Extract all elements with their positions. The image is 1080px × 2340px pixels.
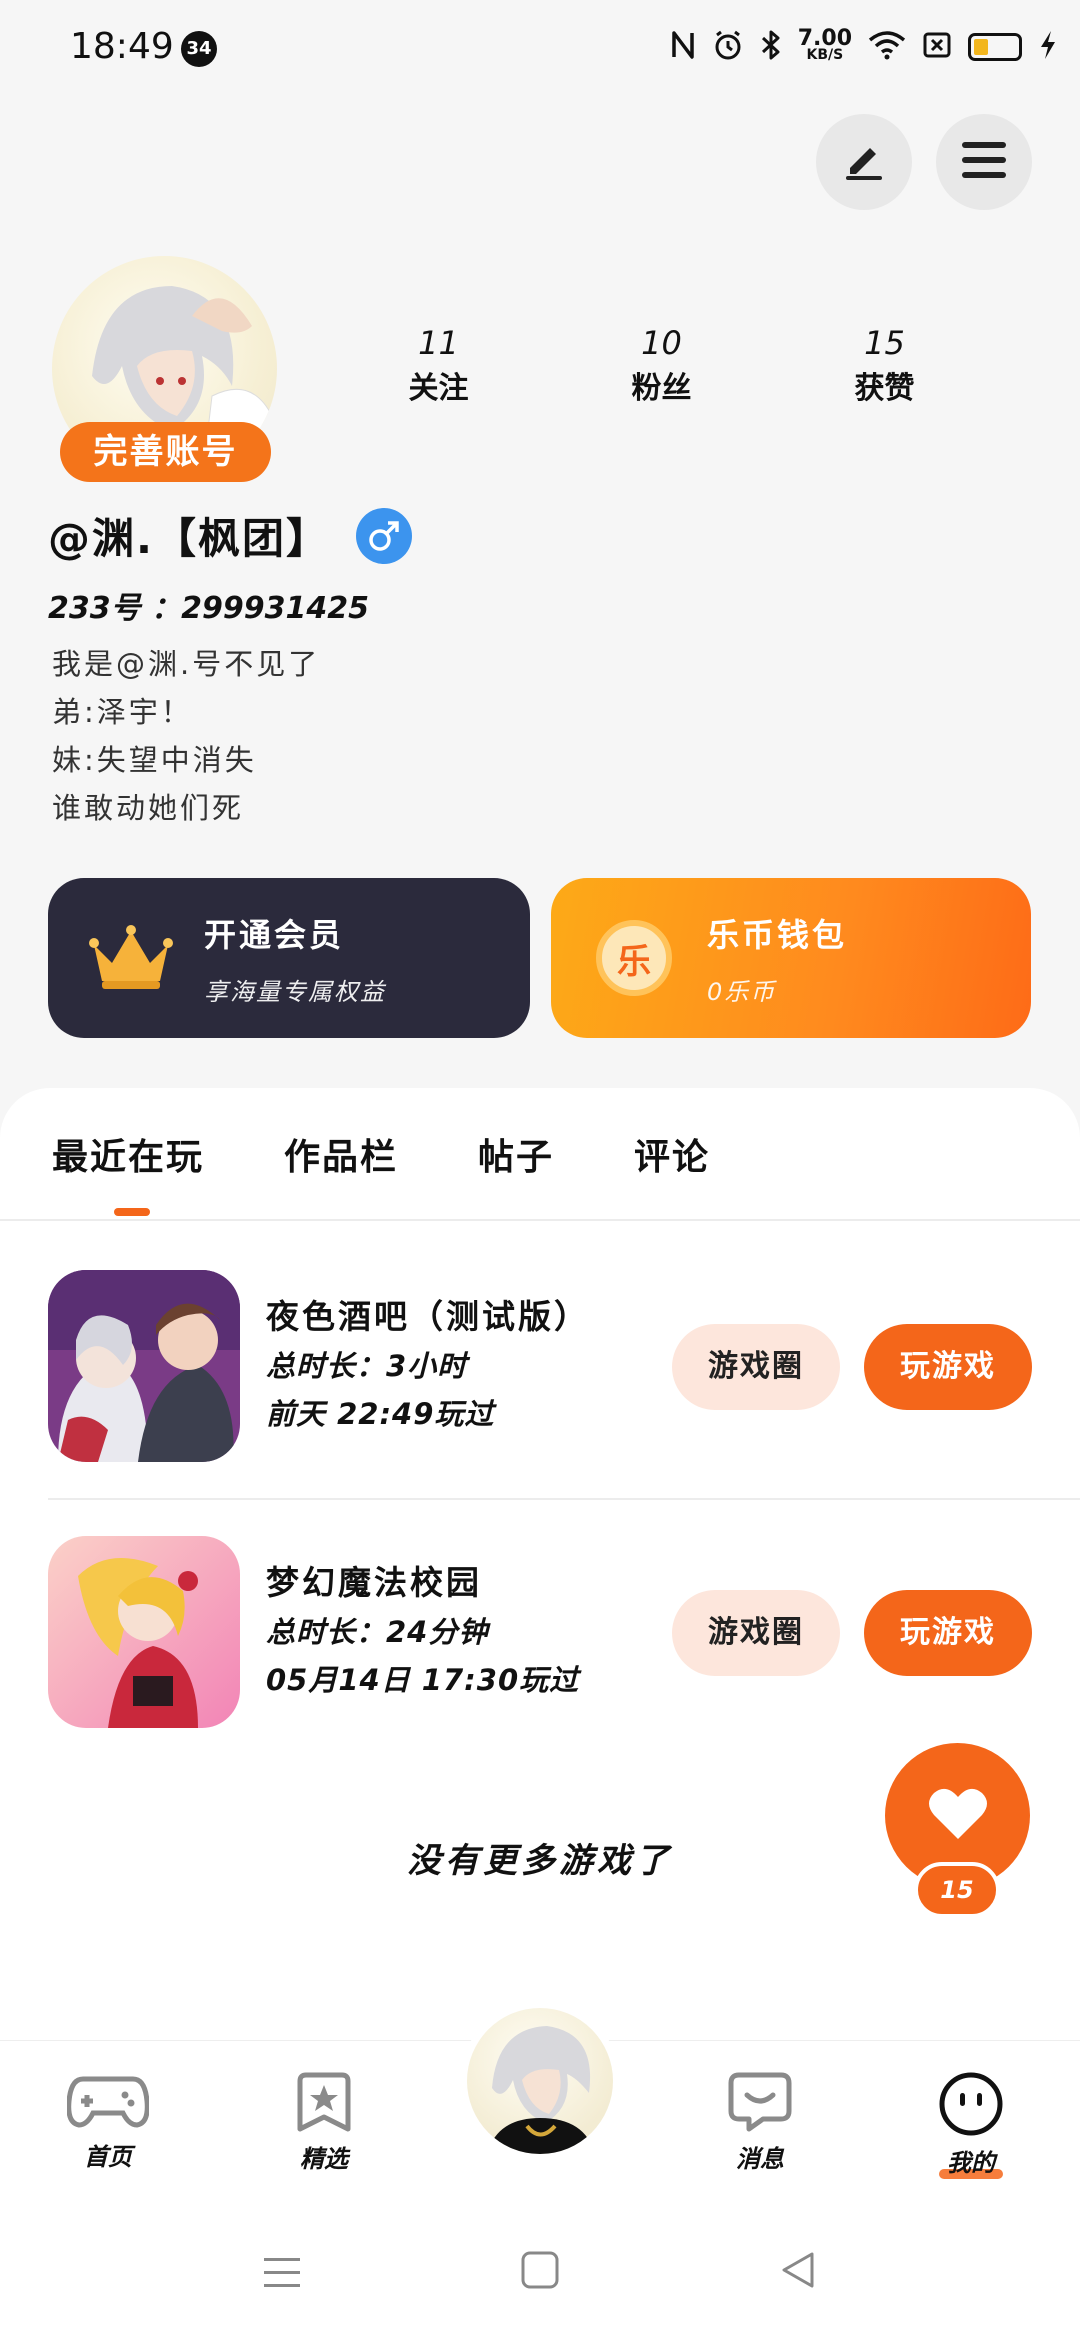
star-bookmark-icon: [296, 2072, 352, 2137]
coin-icon: 乐: [591, 915, 677, 1001]
gamepad-icon: [66, 2076, 150, 2135]
edit-pen-icon: [840, 136, 888, 188]
menu-button[interactable]: [936, 114, 1032, 210]
username-row: @渊.【枫团】: [48, 505, 412, 566]
stat-following[interactable]: 11 关注: [327, 320, 550, 412]
game-thumbnail[interactable]: [48, 1270, 240, 1462]
tab-recently-played[interactable]: 最近在玩: [52, 1128, 204, 1216]
coin-wallet-card[interactable]: 乐 乐币钱包 0乐币: [551, 878, 1031, 1038]
bio-line: 弟:泽宇！: [52, 695, 193, 729]
message-bubble-icon: [727, 2072, 793, 2137]
wallet-card-subtitle: 0乐币: [707, 977, 777, 1006]
bio-line: 谁敢动她们死: [52, 791, 245, 825]
vip-card-subtitle: 享海量专属权益: [204, 977, 386, 1006]
tab-posts[interactable]: 帖子: [478, 1128, 554, 1180]
game-last-played: 前天 22:49玩过: [266, 1397, 495, 1431]
play-game-button[interactable]: 玩游戏: [864, 1590, 1032, 1676]
sim-x-icon: [922, 30, 952, 64]
face-icon: [938, 2072, 1004, 2141]
avatar: [467, 2008, 613, 2154]
tab-divider: [0, 1219, 1080, 1221]
vip-card-title: 开通会员: [204, 915, 345, 954]
nav-center-avatar[interactable]: [460, 2001, 620, 2161]
profile-stats: 11 关注 10 粉丝 15 获赞: [327, 320, 997, 412]
wifi-icon: [868, 30, 906, 64]
user-id-separator: ：: [140, 591, 182, 626]
tab-comments[interactable]: 评论: [634, 1128, 710, 1180]
nfc-icon: [670, 29, 696, 65]
notification-count-badge: 34: [181, 31, 217, 67]
stat-likes-label: 获赞: [854, 371, 915, 406]
bluetooth-icon: [760, 29, 782, 65]
bio-line: 妹:失望中消失: [52, 743, 257, 777]
nav-messages[interactable]: 消息: [690, 2071, 830, 2174]
coin-icon-glyph: 乐: [596, 920, 672, 996]
speed-value: 7.00: [797, 26, 852, 51]
game-last-played: 05月14日 17:30玩过: [266, 1663, 580, 1697]
alarm-icon: [712, 29, 744, 65]
heart-icon: [928, 1787, 988, 1845]
nav-mine-label: 我的: [947, 2149, 995, 2177]
nav-featured[interactable]: 精选: [254, 2071, 394, 2174]
stat-following-label: 关注: [408, 371, 469, 406]
user-id-label: 233号: [48, 591, 141, 626]
game-info: 梦幻魔法校园 总时长：24分钟 05月14日 17:30玩过: [266, 1558, 579, 1704]
stat-likes[interactable]: 15 获赞: [773, 320, 996, 412]
home-square-icon[interactable]: [520, 2250, 560, 2294]
profile-avatar-area: 完善账号: [52, 256, 277, 482]
game-divider: [48, 1498, 1080, 1500]
back-triangle-icon[interactable]: [778, 2250, 818, 2294]
game-duration: 总时长：24分钟: [266, 1615, 489, 1649]
status-time: 18:49: [70, 26, 174, 67]
like-count-badge: 15: [914, 1862, 1000, 1918]
game-circle-button[interactable]: 游戏圈: [672, 1324, 840, 1410]
bio-line: 我是@渊.号不见了: [52, 647, 321, 681]
stat-followers-label: 粉丝: [631, 371, 692, 406]
nav-featured-label: 精选: [300, 2145, 348, 2173]
nav-messages-label: 消息: [736, 2145, 784, 2173]
nav-mine[interactable]: 我的: [901, 2071, 1041, 2179]
charging-bolt-icon: [1038, 29, 1058, 65]
stat-followers[interactable]: 10 粉丝: [550, 320, 773, 412]
recent-apps-icon[interactable]: [262, 2254, 302, 2294]
vip-membership-card[interactable]: 开通会员 享海量专属权益: [48, 878, 530, 1038]
edit-profile-button[interactable]: [816, 114, 912, 210]
crown-icon: [88, 915, 174, 1001]
complete-account-button[interactable]: 完善账号: [60, 422, 271, 482]
game-circle-button[interactable]: 游戏圈: [672, 1590, 840, 1676]
game-info: 夜色酒吧（测试版） 总时长：3小时 前天 22:49玩过: [266, 1292, 590, 1438]
bottom-navigation: 首页 精选 消息 我的: [0, 2001, 1080, 2220]
username: @渊.【枫团】: [48, 514, 330, 563]
male-gender-icon: [355, 507, 412, 564]
hamburger-menu-icon: [960, 140, 1008, 184]
game-title: 梦幻魔法校园: [266, 1563, 482, 1602]
user-id-value: 299931425: [181, 591, 369, 626]
game-thumbnail[interactable]: [48, 1536, 240, 1728]
game-item[interactable]: 梦幻魔法校园 总时长：24分钟 05月14日 17:30玩过 游戏圈 玩游戏: [48, 1536, 1080, 1728]
battery-icon: [968, 33, 1022, 61]
play-game-button[interactable]: 玩游戏: [864, 1324, 1032, 1410]
profile-tabs: 最近在玩 作品栏 帖子 评论: [52, 1128, 790, 1216]
game-title: 夜色酒吧（测试版）: [266, 1297, 590, 1336]
user-id: 233号 ：299931425: [48, 583, 369, 627]
network-speed: 7.00 KB/S: [797, 26, 852, 64]
nav-home-label: 首页: [84, 2143, 132, 2171]
status-icons: 7.00 KB/S: [670, 22, 1058, 72]
game-duration: 总时长：3小时: [266, 1349, 468, 1383]
wallet-card-title: 乐币钱包: [707, 915, 848, 954]
profile-bio: 我是@渊.号不见了 弟:泽宇！ 妹:失望中消失 谁敢动她们死: [52, 640, 320, 832]
game-item[interactable]: 夜色酒吧（测试版） 总时长：3小时 前天 22:49玩过 游戏圈 玩游戏: [48, 1270, 1080, 1462]
stat-following-count: 11: [418, 324, 459, 362]
nav-home[interactable]: 首页: [38, 2071, 178, 2172]
system-navigation-bar: [0, 2220, 1080, 2340]
status-bar: 18:49 34 7.00 KB/S: [0, 0, 1080, 95]
stat-likes-count: 15: [864, 324, 905, 362]
stat-followers-count: 10: [641, 324, 682, 362]
tab-works[interactable]: 作品栏: [284, 1128, 398, 1180]
